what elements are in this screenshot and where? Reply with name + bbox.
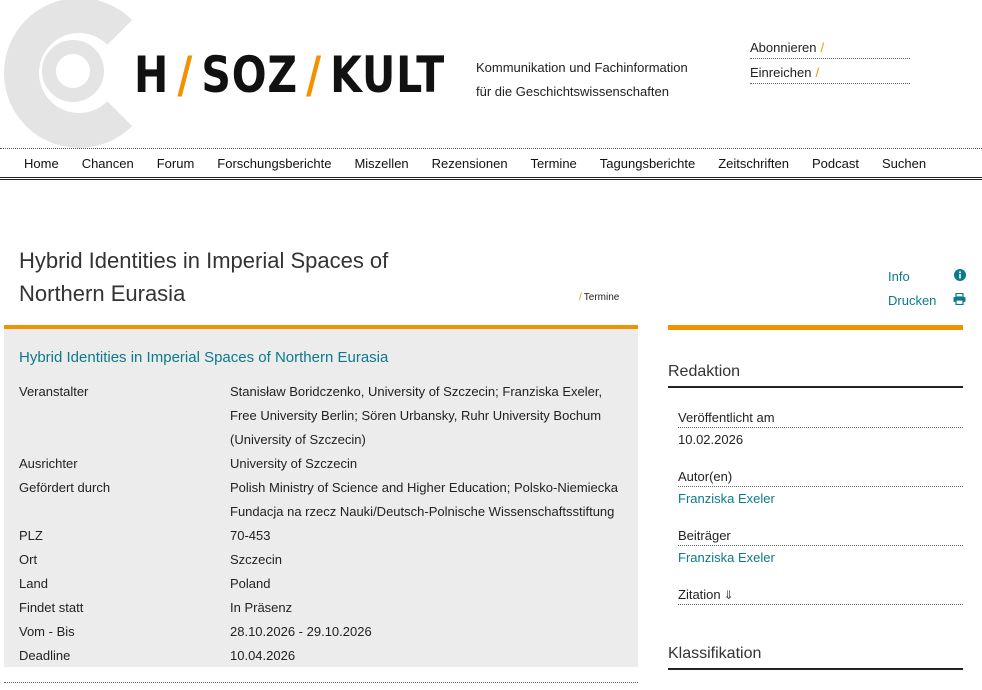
- divider: [4, 682, 638, 683]
- fact-key: Gefördert durch: [19, 480, 111, 495]
- fact-value: Poland: [230, 576, 271, 591]
- fact-key: PLZ: [19, 528, 43, 543]
- print-icon: [953, 292, 966, 308]
- classification-heading: Klassifikation: [668, 645, 963, 670]
- nav-rezensionen[interactable]: Rezensionen: [432, 156, 508, 171]
- breadcrumb: / Termine: [579, 292, 619, 303]
- fact-key: Vom - Bis: [19, 624, 75, 639]
- citation-toggle[interactable]: Zitation ⇓: [678, 587, 963, 605]
- fact-value: University of Szczecin: [230, 456, 358, 471]
- published-label: Veröffentlicht am: [678, 410, 963, 428]
- fact-value: 70-453: [230, 528, 271, 543]
- subscribe-link[interactable]: Abonnieren /: [750, 38, 910, 59]
- fact-row: Deadline 10.04.2026: [19, 644, 619, 668]
- fact-key: Deadline: [19, 648, 71, 663]
- nav-suchen[interactable]: Suchen: [882, 156, 926, 171]
- fact-key: Ausrichter: [19, 456, 78, 471]
- sidebar: Redaktion Veröffentlicht am 10.02.2026 A…: [668, 325, 963, 670]
- fact-row: Veranstalter Stanisław Boridczenko, Unive…: [19, 380, 619, 452]
- info-action-label: Info: [888, 268, 910, 284]
- citation-section[interactable]: Zitation ⇓: [678, 587, 963, 605]
- contributor-link[interactable]: Franziska Exeler: [678, 550, 775, 565]
- fact-row: PLZ 70-453: [19, 524, 619, 548]
- nav-forum[interactable]: Forum: [157, 156, 195, 171]
- redaktion-heading: Redaktion: [668, 363, 963, 388]
- page-title: Hybrid Identities in Imperial Spaces of …: [19, 248, 389, 306]
- fact-key: Veranstalter: [19, 384, 89, 399]
- fact-row: Ort Szczecin: [19, 548, 619, 572]
- fact-key: Land: [19, 576, 48, 591]
- citation-label: Zitation: [678, 587, 721, 602]
- info-circle-icon: [954, 268, 966, 284]
- fact-value: 10.04.2026: [230, 648, 296, 663]
- breadcrumb-termine[interactable]: Termine: [584, 292, 620, 303]
- fact-row: Ausrichter University of Szczecin: [19, 452, 619, 476]
- sidebar-accent-bar: [668, 325, 963, 330]
- nav-termine[interactable]: Termine: [531, 156, 577, 171]
- print-action-label: Drucken: [888, 292, 937, 308]
- logo-slash: /: [177, 46, 194, 104]
- nav-forschungsberichte[interactable]: Forschungsberichte: [217, 156, 331, 171]
- info-action[interactable]: Info: [888, 264, 966, 288]
- author-label: Autor(en): [678, 469, 963, 487]
- tagline-line-2: für die Geschichtswissenschaften: [476, 84, 669, 99]
- slash-marker: /: [579, 292, 582, 303]
- logo-ring-inner: [42, 40, 104, 102]
- double-arrow-down-icon: ⇓: [723, 588, 734, 602]
- event-details-box: Hybrid Identities in Imperial Spaces of …: [4, 325, 638, 667]
- published-section: Veröffentlicht am 10.02.2026: [678, 410, 963, 447]
- nav-tagungsberichte[interactable]: Tagungsberichte: [600, 156, 695, 171]
- contributor-label: Beiträger: [678, 528, 963, 546]
- print-action[interactable]: Drucken: [888, 288, 966, 312]
- site-tagline: Kommunikation und Fachinformation für di…: [476, 56, 688, 104]
- fact-row: Vom - Bis 28.10.2026 - 29.10.2026: [19, 620, 619, 644]
- author-section: Autor(en) Franziska Exeler: [678, 469, 963, 506]
- submit-link[interactable]: Einreichen /: [750, 63, 910, 84]
- top-links: Abonnieren / Einreichen /: [750, 38, 910, 88]
- event-title-link[interactable]: Hybrid Identities in Imperial Spaces of …: [19, 349, 388, 366]
- fact-value: Polish Ministry of Science and Higher Ed…: [230, 480, 619, 519]
- main-nav: Home Chancen Forum Forschungsberichte Mi…: [0, 148, 982, 180]
- side-actions: Info Drucken: [888, 264, 966, 312]
- fact-value: Szczecin: [230, 552, 283, 567]
- nav-chancen[interactable]: Chancen: [82, 156, 134, 171]
- subscribe-link-label: Abonnieren: [750, 40, 817, 55]
- logo-part-h: H: [134, 46, 170, 104]
- nav-miszellen[interactable]: Miszellen: [354, 156, 408, 171]
- nav-zeitschriften[interactable]: Zeitschriften: [718, 156, 789, 171]
- fact-value: Stanisław Boridczenko, University of Szc…: [230, 384, 603, 447]
- site-logo[interactable]: H / SOZ / KULT: [134, 46, 445, 106]
- slash-marker: /: [815, 65, 820, 80]
- logo-slash: /: [306, 46, 322, 104]
- published-value: 10.02.2026: [678, 432, 744, 447]
- fact-key: Findet statt: [19, 600, 84, 615]
- event-facts: Veranstalter Stanisław Boridczenko, Unive…: [19, 380, 619, 668]
- logo-part-kult: KULT: [330, 46, 446, 104]
- contributor-section: Beiträger Franziska Exeler: [678, 528, 963, 565]
- nav-podcast[interactable]: Podcast: [812, 156, 859, 171]
- nav-home[interactable]: Home: [24, 156, 59, 171]
- fact-row: Gefördert durch Polish Ministry of Scienc…: [19, 476, 619, 524]
- logo-part-soz: SOZ: [201, 46, 298, 104]
- fact-value: In Präsenz: [230, 600, 293, 615]
- fact-value: 28.10.2026 - 29.10.2026: [230, 624, 372, 639]
- author-link[interactable]: Franziska Exeler: [678, 491, 775, 506]
- tagline-line-1: Kommunikation und Fachinformation: [476, 60, 688, 75]
- slash-marker: /: [820, 40, 825, 55]
- fact-row: Findet statt In Präsenz: [19, 596, 619, 620]
- fact-row: Land Poland: [19, 572, 619, 596]
- fact-key: Ort: [19, 552, 38, 567]
- submit-link-label: Einreichen: [750, 65, 812, 80]
